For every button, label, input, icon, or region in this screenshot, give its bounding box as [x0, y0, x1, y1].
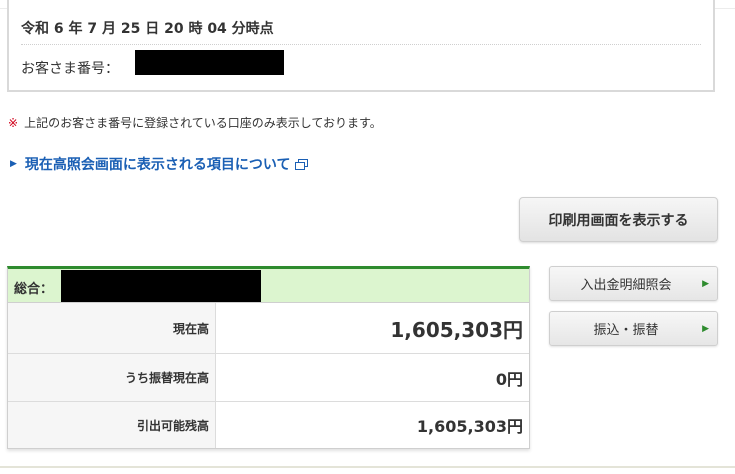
table-row: うち振替現在高 0円 — [8, 354, 529, 402]
transaction-history-label: 入出金明細照会 — [580, 278, 672, 293]
row-value: 1,605,303円 — [390, 317, 523, 342]
table-row: 引出可能残高 1,605,303円 — [8, 402, 529, 448]
triangle-right-icon: ▶ — [702, 323, 709, 334]
notice-mark: ※ — [8, 116, 19, 130]
help-link-label: 現在高照会画面に表示される項目について — [24, 157, 291, 173]
row-value: 1,605,303円 — [416, 417, 523, 436]
customer-number-label: お客さま番号： — [21, 61, 119, 77]
redacted-account-name — [61, 270, 261, 302]
footer-divider — [0, 466, 735, 468]
notice-text: ※ 上記のお客さま番号に登録されている口座のみ表示しております。 — [8, 114, 382, 131]
redacted-customer-number — [135, 50, 284, 75]
print-view-button[interactable]: 印刷用画面を表示する — [519, 197, 718, 242]
row-label: うち振替現在高 — [8, 354, 216, 401]
external-window-icon — [294, 158, 308, 170]
help-link-display-items[interactable]: ▶ 現在高照会画面に表示される項目について — [10, 154, 308, 174]
triangle-right-icon: ▶ — [702, 278, 709, 289]
row-label: 引出可能残高 — [8, 402, 216, 448]
as-of-datetime: 令和 6 年 7 月 25 日 20 時 04 分時点 — [21, 21, 274, 37]
balance-summary-table: 総合： 現在高 1,605,303円 うち振替現在高 0円 引出可能残高 1,6… — [7, 266, 530, 449]
summary-header: 総合： — [8, 269, 529, 303]
table-row: 現在高 1,605,303円 — [8, 303, 529, 354]
transaction-history-button[interactable]: 入出金明細照会 ▶ — [549, 266, 718, 301]
row-label: 現在高 — [8, 303, 216, 353]
divider — [21, 44, 701, 45]
row-value: 0円 — [495, 369, 523, 389]
transfer-button[interactable]: 振込・振替 ▶ — [549, 311, 718, 346]
triangle-right-icon: ▶ — [10, 159, 17, 169]
print-view-button-label: 印刷用画面を表示する — [548, 212, 689, 229]
transfer-label: 振込・振替 — [593, 323, 659, 338]
customer-info-panel: 令和 6 年 7 月 25 日 20 時 04 分時点 お客さま番号： — [7, 0, 715, 92]
summary-title: 総合： — [14, 282, 54, 297]
notice-message: 上記のお客さま番号に登録されている口座のみ表示しております。 — [24, 116, 382, 130]
